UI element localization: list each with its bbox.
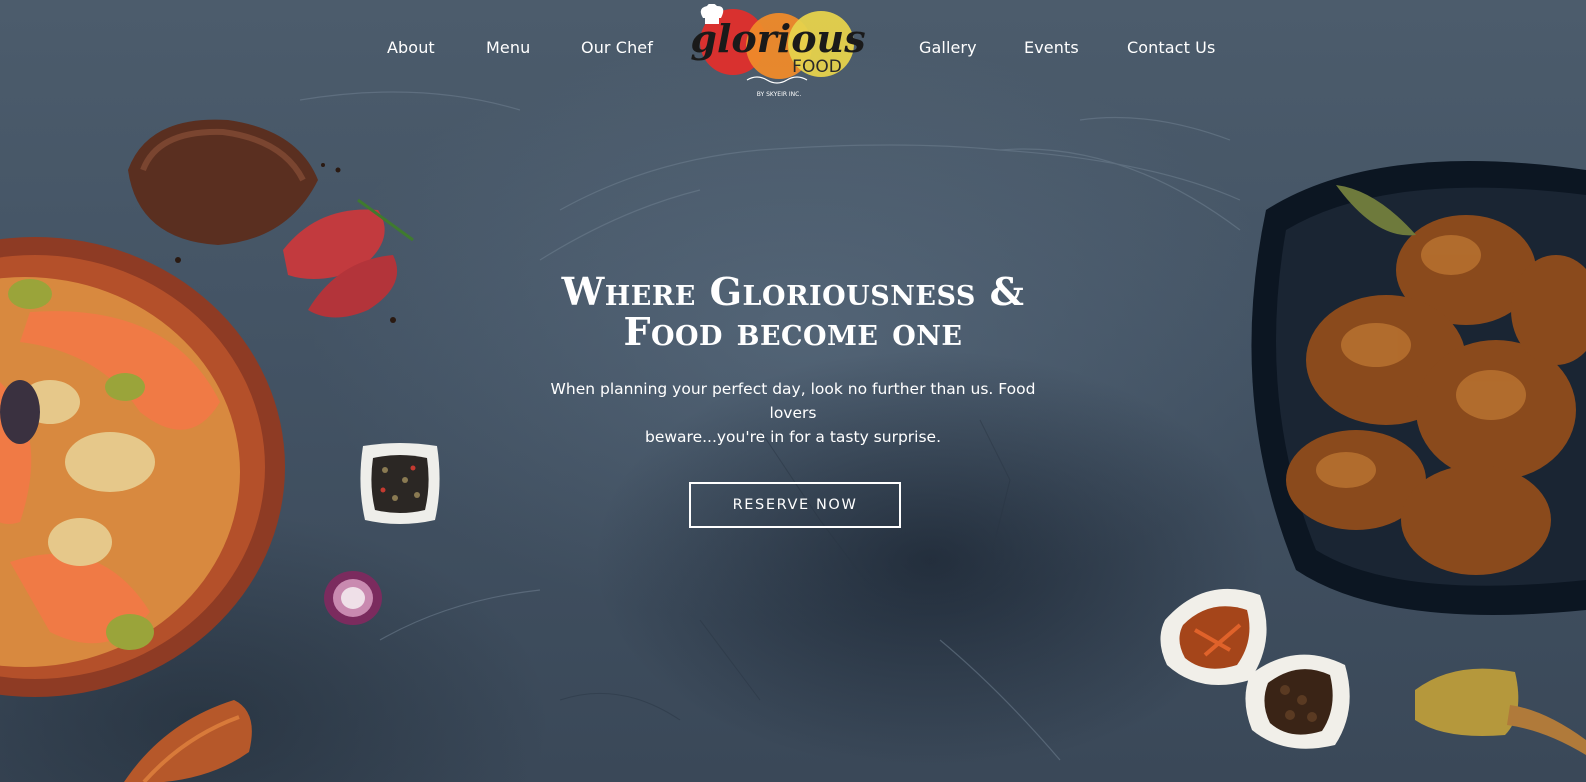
- nav-events[interactable]: Events: [1024, 38, 1079, 57]
- spice-scoop-image: [124, 700, 252, 782]
- nav-gallery[interactable]: Gallery: [919, 38, 977, 57]
- nav-our-chef[interactable]: Our Chef: [581, 38, 653, 57]
- seafood-bowl-image: [0, 237, 285, 697]
- nav-contact-us[interactable]: Contact Us: [1127, 38, 1215, 57]
- svg-text:glorious: glorious: [690, 16, 865, 61]
- cumin-scoop-image: [1415, 668, 1586, 755]
- hero-headline-line1: Where Gloriousness &: [561, 269, 1025, 314]
- red-onion-image: [324, 571, 382, 625]
- peppercorn-dish-image: [360, 443, 440, 524]
- nav-menu[interactable]: Menu: [486, 38, 530, 57]
- hero-subtext-line1: When planning your perfect day, look no …: [550, 380, 1036, 422]
- hero-section: About Menu Our Chef Gallery Events Conta…: [0, 0, 1586, 782]
- hero-subtext: When planning your perfect day, look no …: [528, 377, 1058, 449]
- allspice-dish-image: [1245, 654, 1350, 749]
- nav-about[interactable]: About: [387, 38, 435, 57]
- svg-text:FOOD: FOOD: [792, 57, 842, 77]
- hero-headline: Where Gloriousness & Food become one: [493, 272, 1093, 352]
- glorious-food-logo[interactable]: glorious FOOD BY SKYEIR INC.: [689, 4, 867, 102]
- svg-text:BY SKYEIR INC.: BY SKYEIR INC.: [757, 91, 802, 98]
- hero-subtext-line2: beware...you're in for a tasty surprise.: [644, 428, 941, 446]
- chicken-platter-image: [1251, 161, 1586, 615]
- hero-headline-line2: Food become one: [623, 309, 963, 354]
- reserve-now-button[interactable]: RESERVE NOW: [689, 482, 901, 528]
